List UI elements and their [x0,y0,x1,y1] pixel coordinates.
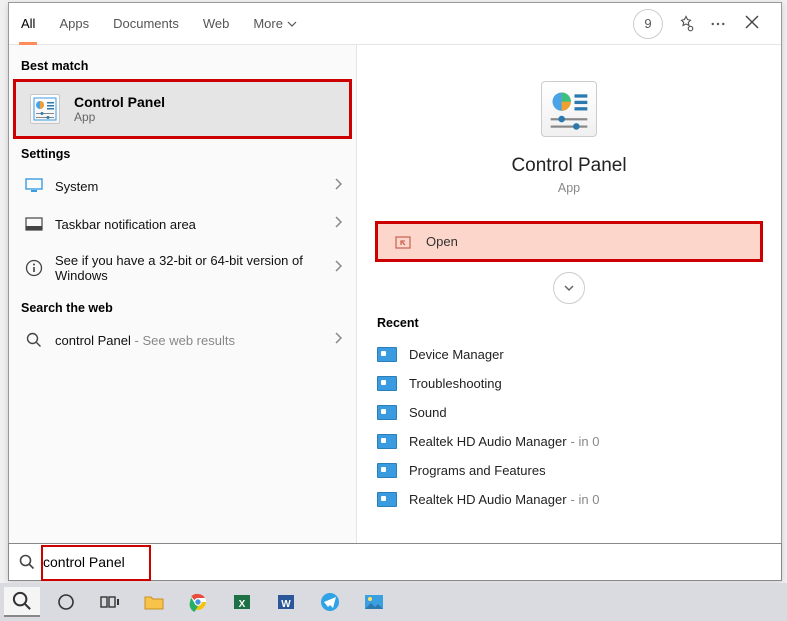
best-match-result[interactable]: Control Panel App [13,79,352,139]
tab-label: Apps [59,16,89,31]
cpl-icon [377,492,397,507]
taskbar-search-button[interactable] [4,587,40,617]
preview-title: Control Panel [511,155,626,177]
monitor-icon [23,178,45,194]
expand-button[interactable] [553,272,585,304]
info-icon [23,259,45,277]
open-label: Open [426,234,458,249]
options-icon[interactable] [709,15,727,33]
settings-item-bitness[interactable]: See if you have a 32-bit or 64-bit versi… [9,243,356,293]
search-body: Best match Control Panel App Settings Sy… [9,45,781,579]
recent-item[interactable]: Troubleshooting [375,369,763,398]
recent-item-text: Sound [409,405,447,420]
taskbar-word-button[interactable]: W [268,587,304,617]
cpl-icon [377,376,397,391]
cpl-icon [377,434,397,449]
header-bar: All Apps Documents Web More 9 [9,3,781,45]
preview-pane: Control Panel App Open Recent Device Man… [357,45,781,579]
control-panel-big-icon [541,81,597,137]
recent-item-text: Device Manager [409,347,504,362]
preview-subtitle: App [558,181,580,195]
filter-tabs: All Apps Documents Web More [9,3,309,44]
recent-item-text: Troubleshooting [409,376,502,391]
recent-item-suffix: - in 0 [571,492,600,507]
tab-documents[interactable]: Documents [101,3,191,44]
cpl-icon [377,463,397,478]
feedback-icon[interactable] [677,15,695,33]
settings-label: Settings [9,139,356,167]
search-icon [23,332,45,348]
search-input-bar[interactable] [8,543,782,581]
tab-apps[interactable]: Apps [47,3,101,44]
chevron-down-icon [287,19,297,29]
tab-label: Web [203,16,230,31]
recent-item[interactable]: Sound [375,398,763,427]
best-match-title: Control Panel [74,94,165,110]
best-match-subtitle: App [74,110,165,124]
results-pane: Best match Control Panel App Settings Sy… [9,45,357,579]
rewards-badge[interactable]: 9 [633,9,663,39]
preview-header: Control Panel App [375,63,763,195]
open-action[interactable]: Open [375,221,763,262]
taskbar-chrome-button[interactable] [180,587,216,617]
settings-item-system[interactable]: System [9,167,356,205]
chevron-right-icon [334,177,342,195]
tab-more[interactable]: More [241,3,309,44]
recent-item-text: Programs and Features [409,463,546,478]
search-window: All Apps Documents Web More 9 Best mat [8,2,782,580]
recent-item[interactable]: Programs and Features [375,456,763,485]
settings-item-text: System [55,179,334,194]
web-search-item[interactable]: control Panel - See web results [9,321,356,359]
taskbar-cortana-button[interactable] [48,587,84,617]
web-label: Search the web [9,293,356,321]
taskbar-photos-button[interactable] [356,587,392,617]
cpl-icon [377,347,397,362]
taskbar-icon [23,217,45,231]
control-panel-icon [30,94,60,124]
web-item-text: control Panel - See web results [55,333,334,348]
recent-item[interactable]: Device Manager [375,340,763,369]
svg-text:W: W [281,599,291,610]
cpl-icon [377,405,397,420]
tab-all[interactable]: All [9,3,47,44]
chevron-right-icon [334,259,342,277]
taskbar-excel-button[interactable]: X [224,587,260,617]
recent-label: Recent [375,310,763,340]
best-match-label: Best match [9,51,356,79]
recent-item-suffix: - in 0 [571,434,600,449]
settings-item-text: Taskbar notification area [55,217,334,232]
tab-label: Documents [113,16,179,31]
search-input[interactable] [43,544,781,580]
taskbar-telegram-button[interactable] [312,587,348,617]
best-match-text: Control Panel App [74,94,165,124]
header-actions: 9 [633,9,771,39]
settings-item-taskbar-area[interactable]: Taskbar notification area [9,205,356,243]
svg-text:X: X [239,599,246,610]
taskbar: X W [0,583,787,621]
close-icon [745,15,759,29]
open-icon [394,235,412,249]
chevron-right-icon [334,331,342,349]
badge-count: 9 [644,16,651,31]
chevron-down-icon [563,282,575,294]
taskbar-explorer-button[interactable] [136,587,172,617]
taskbar-taskview-button[interactable] [92,587,128,617]
chevron-right-icon [334,215,342,233]
close-button[interactable] [741,9,763,38]
recent-item[interactable]: Realtek HD Audio Manager - in 0 [375,485,763,514]
tab-web[interactable]: Web [191,3,242,44]
tab-label: More [253,16,283,31]
recent-item-text: Realtek HD Audio Manager [409,492,567,507]
settings-item-text: See if you have a 32-bit or 64-bit versi… [55,253,334,283]
recent-item-text: Realtek HD Audio Manager [409,434,567,449]
tab-label: All [21,16,35,31]
search-icon [17,554,37,570]
recent-item[interactable]: Realtek HD Audio Manager - in 0 [375,427,763,456]
